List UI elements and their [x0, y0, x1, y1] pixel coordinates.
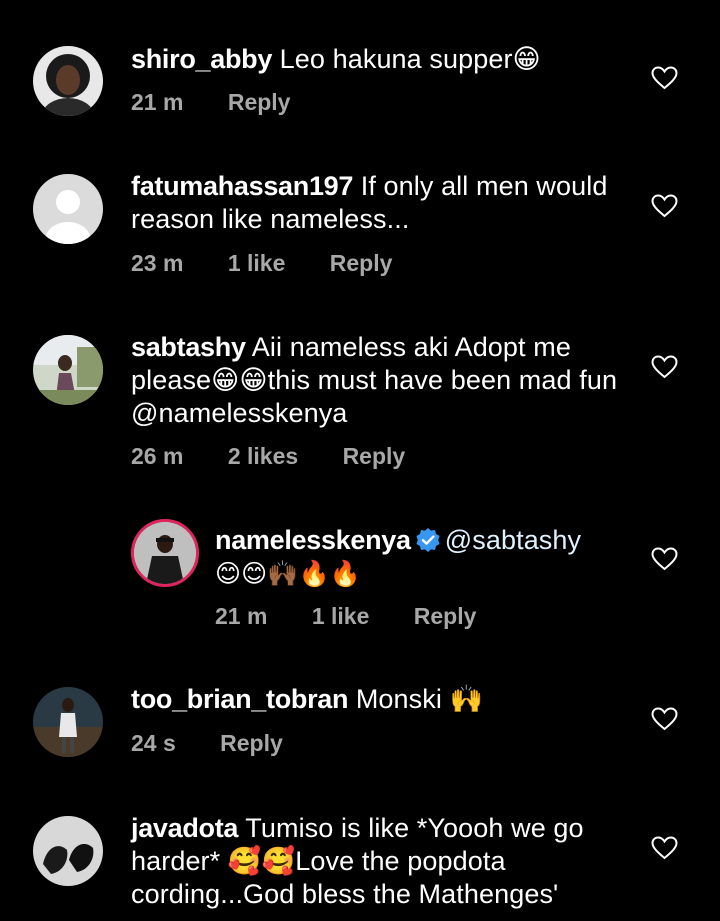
heart-outline-icon[interactable]: [651, 836, 678, 860]
heart-outline-icon[interactable]: [651, 194, 678, 218]
comment-timestamp: 21 m: [215, 603, 268, 629]
comment-body: sabtashy Aii nameless aki Adopt me pleas…: [131, 331, 631, 430]
comment-item: shiro_abby Leo hakuna supper😁 21 m Reply: [0, 0, 720, 140]
comment-text: 😊😊🙌🏾🔥🔥: [215, 559, 362, 588]
heart-outline-icon[interactable]: [651, 547, 678, 571]
comment-text: Monski 🙌: [355, 684, 484, 714]
comment-body: namelesskenya @sabtashy 😊😊🙌🏾🔥🔥: [215, 524, 635, 590]
comment-body: too_brian_tobran Monski 🙌: [131, 683, 631, 716]
comment-username[interactable]: sabtashy: [131, 332, 246, 362]
like-count[interactable]: 1 like: [312, 603, 370, 629]
comment-username[interactable]: fatumahassan197: [131, 171, 353, 201]
heart-outline-icon[interactable]: [651, 66, 678, 90]
mention-link[interactable]: @sabtashy: [445, 525, 581, 555]
comment-timestamp: 21 m: [131, 89, 184, 115]
reply-button[interactable]: Reply: [414, 603, 477, 629]
comment-username[interactable]: javadota: [131, 813, 238, 843]
comment-username[interactable]: shiro_abby: [131, 44, 272, 74]
comment-item: javadota Tumiso is like *Yoooh we go har…: [0, 800, 720, 921]
reply-button[interactable]: Reply: [330, 250, 393, 276]
comment-body: shiro_abby Leo hakuna supper😁: [131, 43, 631, 76]
comment-meta: 21 m 1 like Reply: [215, 603, 514, 630]
avatar[interactable]: [33, 816, 103, 886]
reply-button[interactable]: Reply: [343, 443, 406, 469]
heart-outline-icon[interactable]: [651, 707, 678, 731]
comment-item: fatumahassan197 If only all men would re…: [0, 140, 720, 310]
comment-username[interactable]: too_brian_tobran: [131, 684, 349, 714]
comment-timestamp: 24 s: [131, 730, 176, 756]
verified-badge-icon: [416, 528, 440, 552]
comment-timestamp: 23 m: [131, 250, 184, 276]
like-count[interactable]: 2 likes: [228, 443, 298, 469]
comment-item: too_brian_tobran Monski 🙌 24 s Reply: [0, 670, 720, 800]
comment-meta: 24 s Reply: [131, 730, 321, 757]
reply-button[interactable]: Reply: [220, 730, 283, 756]
comment-meta: 21 m Reply: [131, 89, 328, 116]
reply-button[interactable]: Reply: [228, 89, 291, 115]
comment-meta: 26 m 2 likes Reply: [131, 443, 443, 470]
comment-timestamp: 26 m: [131, 443, 184, 469]
comment-reply-item: namelesskenya @sabtashy 😊😊🙌🏾🔥🔥 21 m 1 li…: [0, 500, 720, 670]
comment-meta: 23 m 1 like Reply: [131, 250, 430, 277]
comment-text: Leo hakuna supper😁: [279, 44, 541, 74]
comment-body: fatumahassan197 If only all men would re…: [131, 170, 631, 236]
comment-username[interactable]: namelesskenya: [215, 525, 411, 555]
avatar[interactable]: [33, 335, 103, 405]
like-count[interactable]: 1 like: [228, 250, 286, 276]
comment-item: sabtashy Aii nameless aki Adopt me pleas…: [0, 310, 720, 500]
avatar[interactable]: [33, 174, 103, 244]
avatar[interactable]: [33, 687, 103, 757]
avatar[interactable]: [33, 46, 103, 116]
heart-outline-icon[interactable]: [651, 355, 678, 379]
comment-body: javadota Tumiso is like *Yoooh we go har…: [131, 812, 631, 911]
avatar[interactable]: [131, 519, 199, 587]
